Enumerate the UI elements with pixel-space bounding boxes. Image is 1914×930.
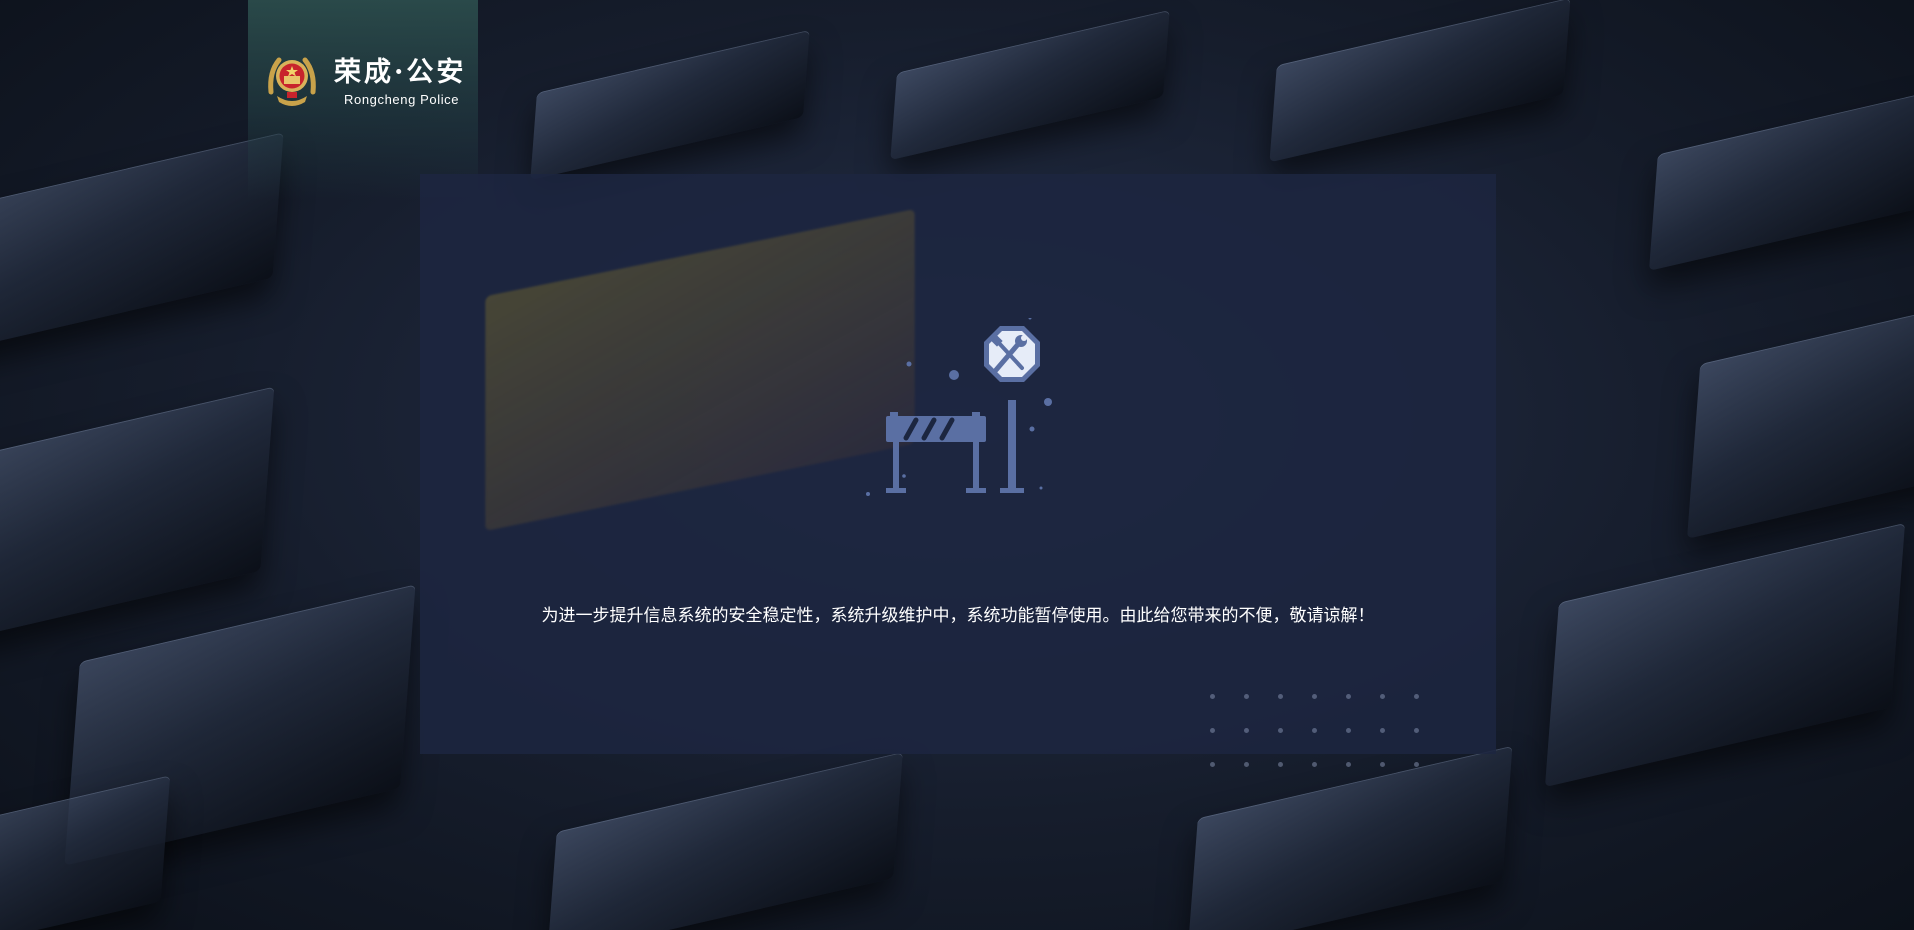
decorative-dot (1380, 694, 1385, 699)
police-emblem-icon (268, 57, 316, 106)
decorative-dot (1210, 694, 1215, 699)
decorative-dot (1278, 728, 1283, 733)
decorative-dot (1414, 728, 1419, 733)
decorative-dot (1346, 762, 1351, 767)
decorative-dot (1380, 728, 1385, 733)
logo-name-en: Rongcheng Police (344, 92, 460, 107)
logo-name-cn: 荣成·公安 (334, 57, 467, 88)
decorative-dot (1346, 728, 1351, 733)
decorative-dot (1414, 694, 1419, 699)
maintenance-message: 为进一步提升信息系统的安全稳定性，系统升级维护中，系统功能暂停使用。由此给您带来… (541, 606, 1375, 626)
decorative-dot (1244, 762, 1249, 767)
decorative-dot (1312, 762, 1317, 767)
decorative-dot (1346, 694, 1351, 699)
decorative-dot (1210, 762, 1215, 767)
decorative-dot (1312, 694, 1317, 699)
decorative-dot (1278, 694, 1283, 699)
decorative-dot (1380, 762, 1385, 767)
decorative-dot (1210, 728, 1215, 733)
decorative-dot (1244, 728, 1249, 733)
decorative-dot (1244, 694, 1249, 699)
decorative-dot (1414, 762, 1419, 767)
decorative-dot (1312, 728, 1317, 733)
maintenance-tools-sign-icon (866, 318, 1052, 496)
decorative-dot (1278, 762, 1283, 767)
